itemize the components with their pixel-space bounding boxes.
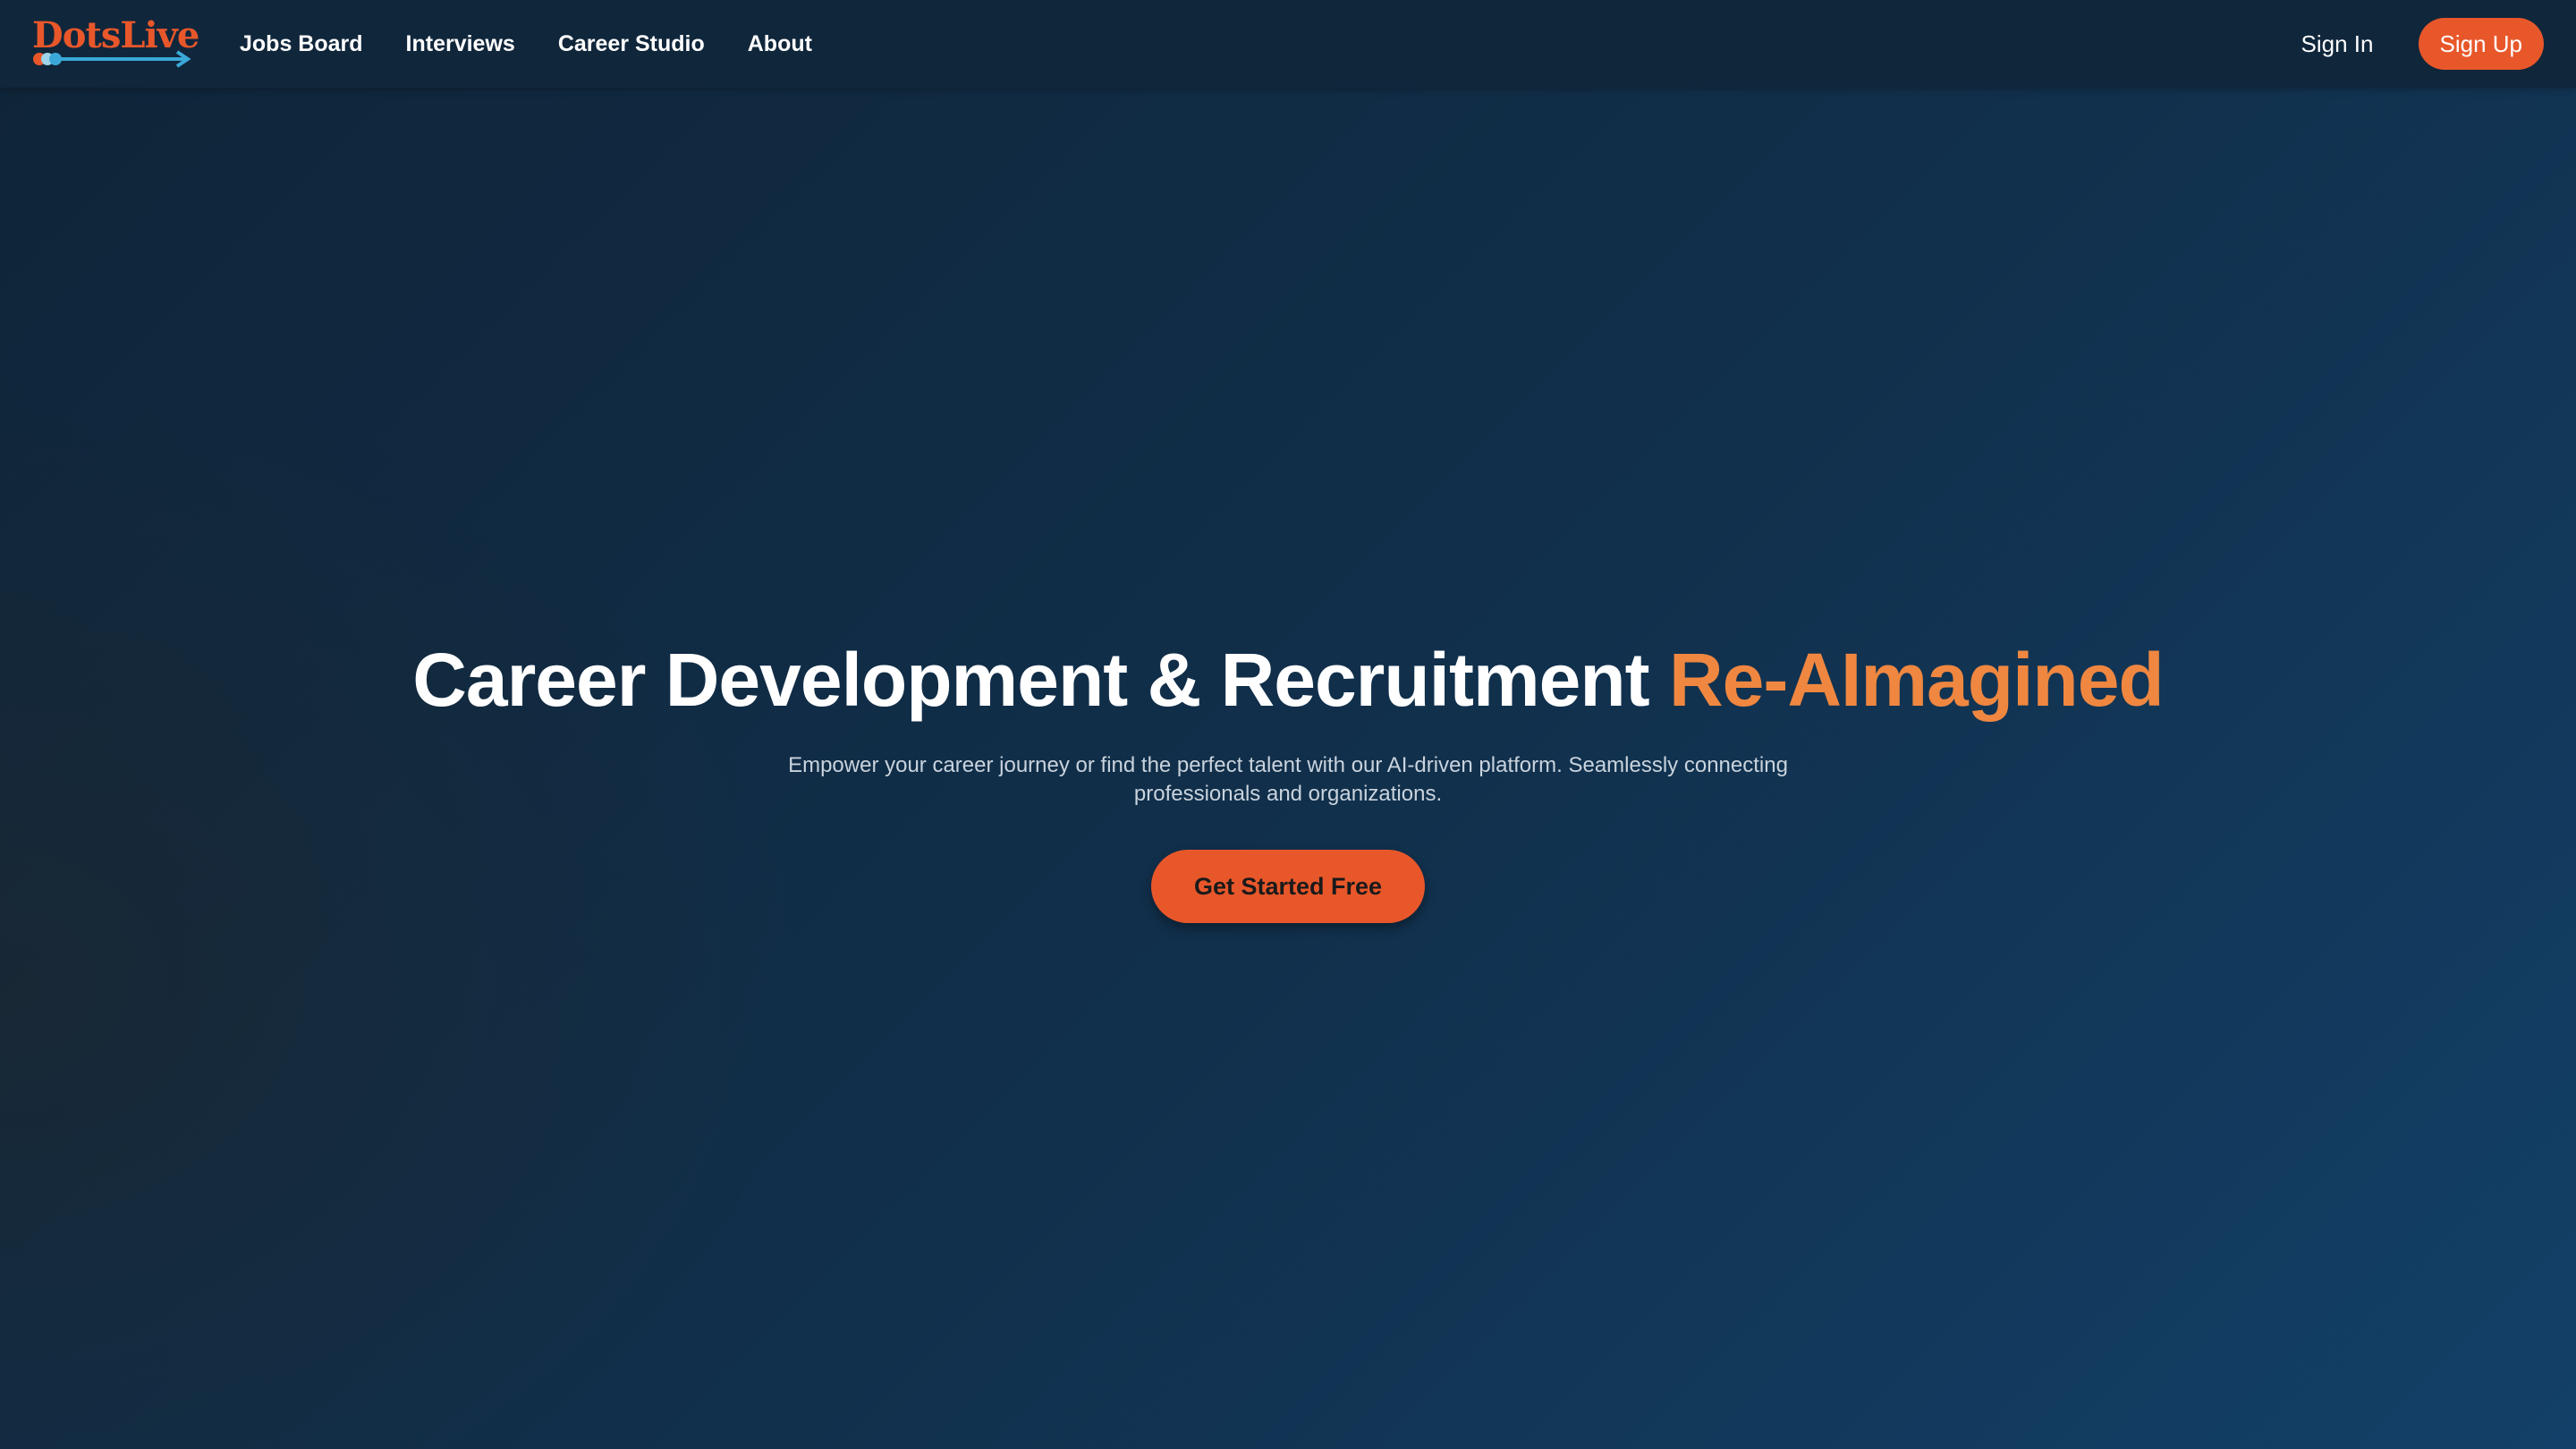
- hero-title-main: Career Development & Recruitment: [412, 638, 1669, 722]
- hero-title: Career Development & Recruitment Re-AIma…: [0, 626, 2576, 733]
- dotslive-logo[interactable]: DotsLive: [32, 15, 199, 72]
- nav-link-career-studio[interactable]: Career Studio: [558, 31, 705, 57]
- top-navbar: DotsLive Jobs Board Interviews Career St…: [0, 0, 2576, 88]
- sign-in-button[interactable]: Sign In: [2296, 30, 2379, 59]
- auth-actions: Sign In Sign Up: [2296, 18, 2544, 70]
- nav-link-about[interactable]: About: [748, 31, 812, 57]
- logo-arrow-icon: [33, 50, 191, 68]
- hero-section: Career Development & Recruitment Re-AIma…: [0, 626, 2576, 923]
- hero-subtitle: Empower your career journey or find the …: [788, 753, 1788, 806]
- main-nav: Jobs Board Interviews Career Studio Abou…: [240, 31, 812, 57]
- nav-link-jobs-board[interactable]: Jobs Board: [240, 31, 363, 57]
- nav-link-interviews[interactable]: Interviews: [406, 31, 515, 57]
- get-started-button[interactable]: Get Started Free: [1150, 850, 1426, 923]
- hero-title-accent: Re-AImagined: [1669, 638, 2165, 722]
- sign-up-button[interactable]: Sign Up: [2418, 18, 2544, 70]
